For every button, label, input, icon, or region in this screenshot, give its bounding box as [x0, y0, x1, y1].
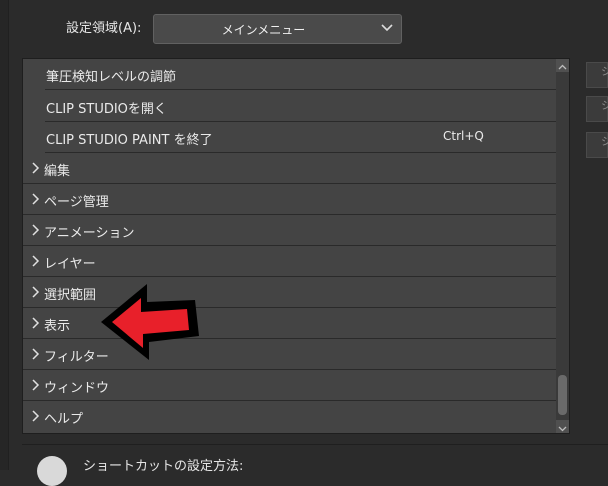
category-label: 表示 [44, 319, 71, 334]
chevron-right-icon[interactable] [30, 317, 42, 329]
side-action-button[interactable]: シ [586, 62, 608, 88]
chevron-down-icon [381, 24, 393, 32]
chevron-right-icon[interactable] [30, 348, 42, 360]
chevron-right-icon[interactable] [30, 193, 42, 205]
scroll-down-button[interactable] [556, 420, 569, 433]
setting-area-value: メインメニュー [221, 23, 306, 37]
chevron-right-icon[interactable] [30, 410, 42, 422]
chevron-right-icon[interactable] [30, 255, 42, 267]
chevron-up-icon [558, 64, 567, 70]
chevron-right-icon[interactable] [30, 379, 42, 391]
category-label: レイヤー [44, 257, 96, 272]
list-scrollbar[interactable] [556, 59, 569, 433]
divider [22, 444, 608, 445]
side-action-button[interactable]: シ [586, 132, 608, 158]
chevron-right-icon[interactable] [30, 224, 42, 236]
setting-area-dropdown[interactable]: メインメニュー [153, 14, 402, 44]
category-label: ヘルプ [44, 412, 84, 427]
category-row-edit[interactable]: 編集 [23, 153, 556, 184]
info-icon [37, 456, 67, 486]
category-label: 選択範囲 [44, 288, 97, 303]
command-label: CLIP STUDIOを開く [46, 102, 167, 117]
side-action-button[interactable]: シ [586, 96, 608, 122]
shortcut-command-list[interactable]: 筆圧検知レベルの調節 CLIP STUDIOを開く CLIP STUDIO PA… [22, 58, 570, 434]
scroll-thumb[interactable] [558, 375, 567, 415]
chevron-right-icon[interactable] [30, 162, 42, 174]
category-label: 編集 [44, 164, 71, 179]
command-label: 筆圧検知レベルの調節 [46, 70, 177, 85]
shortcut-settings-dialog: 設定領域(A): メインメニュー 筆圧検知レベルの調節 CLIP STUDIOを… [0, 0, 608, 486]
chevron-down-icon [558, 426, 567, 432]
list-item[interactable]: CLIP STUDIOを開く [23, 91, 556, 122]
chevron-right-icon[interactable] [30, 286, 42, 298]
category-row-animation[interactable]: アニメーション [23, 215, 556, 246]
red-arrow-icon [101, 284, 199, 360]
category-label: アニメーション [44, 226, 135, 241]
shortcut-howto-label: ショートカットの設定方法: [83, 459, 244, 474]
list-item[interactable]: CLIP STUDIO PAINT を終了 Ctrl+Q [23, 122, 556, 153]
category-row-layer[interactable]: レイヤー [23, 246, 556, 277]
category-row-window[interactable]: ウィンドウ [23, 370, 556, 401]
category-row-help[interactable]: ヘルプ [23, 401, 556, 432]
window-edge [0, 0, 9, 470]
category-row-page-management[interactable]: ページ管理 [23, 184, 556, 215]
scroll-up-button[interactable] [556, 59, 569, 72]
setting-area-label: 設定領域(A): [66, 21, 142, 36]
shortcut-key: Ctrl+Q [443, 129, 484, 143]
category-label: ウィンドウ [44, 381, 110, 396]
category-label: ページ管理 [44, 195, 109, 210]
command-label: CLIP STUDIO PAINT を終了 [46, 133, 213, 148]
list-item[interactable]: 筆圧検知レベルの調節 [23, 59, 556, 90]
